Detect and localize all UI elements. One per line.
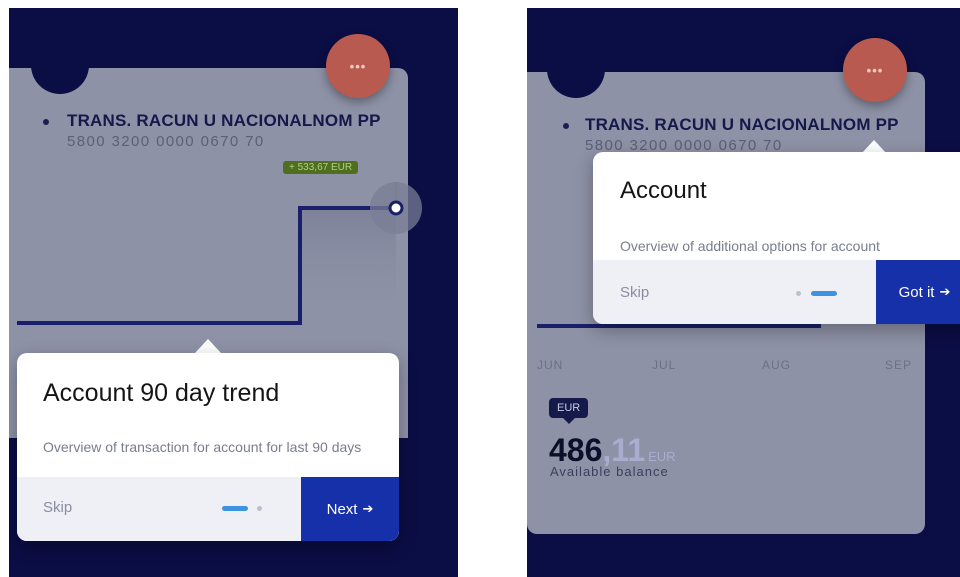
tooltip-footer: Skip Got it ➔ (593, 260, 960, 324)
tooltip-description: Overview of transaction for account for … (43, 439, 362, 455)
step-indicator-active (222, 506, 248, 511)
available-balance-label: Available balance (550, 464, 669, 479)
trend-end-point[interactable] (388, 200, 404, 216)
month-label: SEP (885, 358, 913, 372)
skip-button[interactable]: Skip (620, 284, 649, 301)
tooltip-pointer (195, 339, 221, 353)
tooltip-title: Account 90 day trend (43, 379, 280, 407)
onboarding-tooltip: Account Overview of additional options f… (593, 152, 960, 324)
month-label: AUG (762, 358, 792, 372)
step-indicator-inactive (257, 506, 262, 511)
tooltip-title: Account (620, 177, 707, 204)
balance-currency: EUR (648, 449, 676, 464)
step-indicator-inactive (796, 291, 801, 296)
arrow-right-icon: ➔ (362, 501, 374, 516)
arrow-right-icon: ➔ (939, 284, 951, 299)
balance-decimal: ,11 (602, 432, 646, 468)
got-it-button[interactable]: Got it ➔ (876, 260, 960, 324)
balance-integer: 486 (549, 432, 603, 468)
skip-button[interactable]: Skip (43, 499, 72, 516)
month-label: JUL (652, 358, 677, 372)
onboarding-tooltip: Account 90 day trend Overview of transac… (17, 353, 399, 541)
tooltip-footer: Skip Next ➔ (17, 477, 399, 541)
next-button[interactable]: Next ➔ (301, 477, 399, 541)
onboarding-screen-trend: ••• TRANS. RACUN U NACIONALNOM PP 5800 3… (9, 8, 458, 577)
onboarding-screen-account: ••• TRANS. RACUN U NACIONALNOM PP 5800 3… (527, 8, 960, 577)
next-button-label: Next (326, 500, 358, 518)
tooltip-description: Overview of additional options for accou… (620, 238, 880, 254)
currency-badge[interactable]: EUR (549, 398, 589, 418)
month-axis: JUN JUL AUG SEP (537, 358, 917, 374)
step-indicator-active (811, 291, 837, 296)
got-it-button-label: Got it (898, 283, 935, 301)
amount-change-badge: + 533,67 EUR (283, 161, 359, 174)
currency-badge-pointer (563, 418, 575, 424)
month-label: JUN (537, 358, 564, 372)
